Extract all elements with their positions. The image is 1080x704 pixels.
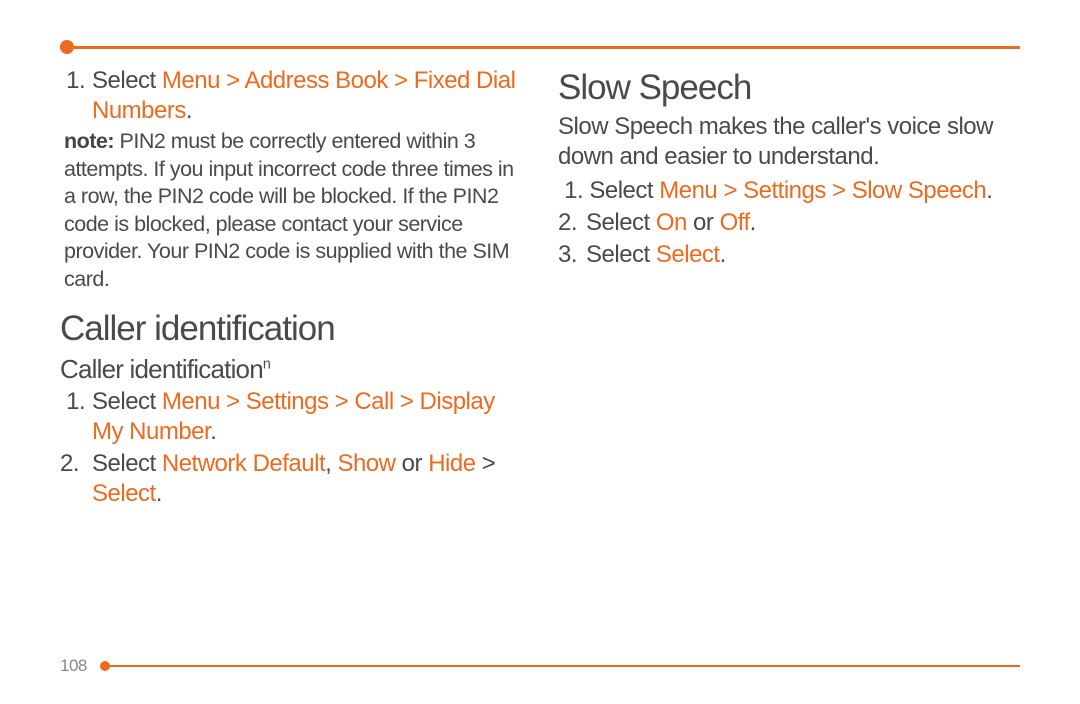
list-item: 1. Select Menu > Address Book > Fixed Di… (60, 66, 522, 126)
right-column: Slow Speech Slow Speech makes the caller… (558, 66, 1020, 511)
page-footer: 108 (60, 662, 1020, 674)
seg: . (156, 480, 162, 507)
seg: or (396, 450, 429, 477)
step-suffix: . (186, 97, 192, 124)
slow-speech-heading: Slow Speech (558, 66, 1020, 110)
pin2-note: note: PIN2 must be correctly entered wit… (64, 128, 522, 293)
top-rule (60, 40, 1020, 54)
step-number: 3. (558, 240, 586, 270)
page-content: 1. Select Menu > Address Book > Fixed Di… (60, 40, 1020, 664)
list-item: 1. Select Menu > Settings > Call > Displ… (60, 387, 522, 447)
step-text: Select Network Default, Show or Hide > S… (92, 449, 522, 509)
list-item: 2. Select On or Off. (558, 208, 1020, 238)
step-prefix: Select (92, 67, 162, 94)
option-off: Off (720, 209, 750, 236)
bottom-rule-line (108, 665, 1020, 667)
page-number: 108 (60, 656, 93, 676)
note-label: note: (64, 129, 114, 153)
seg: . (750, 209, 756, 236)
subheading-superscript: n (263, 356, 270, 372)
step-number: 1. (558, 176, 589, 206)
left-column: 1. Select Menu > Address Book > Fixed Di… (60, 66, 522, 511)
subheading-text: Caller identification (60, 354, 263, 384)
seg: > (476, 450, 496, 477)
option-select: Select (92, 480, 156, 507)
list-item: 3. Select Select. (558, 240, 1020, 270)
step-number: 2. (558, 208, 586, 238)
bottom-rule: 108 (60, 662, 1020, 674)
slow-speech-intro: Slow Speech makes the caller's voice slo… (558, 112, 1020, 172)
caller-id-subheading: Caller identificationn (60, 353, 522, 386)
step-text: Select Menu > Settings > Slow Speech. (589, 176, 1020, 206)
slow-speech-steps: 1. Select Menu > Settings > Slow Speech.… (558, 176, 1020, 270)
seg: Select (586, 209, 656, 236)
step-text: Select Menu > Settings > Call > Display … (92, 387, 522, 447)
seg: Select (92, 450, 162, 477)
fixed-dial-steps: 1. Select Menu > Address Book > Fixed Di… (60, 66, 522, 126)
columns: 1. Select Menu > Address Book > Fixed Di… (60, 66, 1020, 511)
option-hide: Hide (428, 450, 475, 477)
step-prefix: Select (92, 388, 162, 415)
option-show: Show (337, 450, 395, 477)
step-suffix: . (986, 177, 992, 204)
seg: or (687, 209, 720, 236)
step-number: 1. (60, 66, 92, 126)
top-rule-dot-icon (60, 40, 74, 54)
step-number: 2. (60, 449, 92, 509)
seg: , (325, 450, 337, 477)
seg: Select (586, 241, 656, 268)
top-rule-line (60, 46, 1020, 49)
caller-id-steps: 1. Select Menu > Settings > Call > Displ… (60, 387, 522, 509)
note-text: PIN2 must be correctly entered within 3 … (64, 129, 514, 291)
step-text: Select Select. (586, 240, 1020, 270)
menu-path: Menu > Settings > Slow Speech (659, 177, 986, 204)
option-network-default: Network Default (162, 450, 325, 477)
step-text: Select On or Off. (586, 208, 1020, 238)
seg: . (720, 241, 726, 268)
caller-id-heading: Caller identification (60, 307, 522, 351)
option-select: Select (656, 241, 720, 268)
list-item: 2. Select Network Default, Show or Hide … (60, 449, 522, 509)
list-item: 1. Select Menu > Settings > Slow Speech. (558, 176, 1020, 206)
step-suffix: . (210, 418, 216, 445)
step-text: Select Menu > Address Book > Fixed Dial … (92, 66, 522, 126)
step-prefix: Select (589, 177, 659, 204)
option-on: On (656, 209, 687, 236)
step-number: 1. (60, 387, 92, 447)
